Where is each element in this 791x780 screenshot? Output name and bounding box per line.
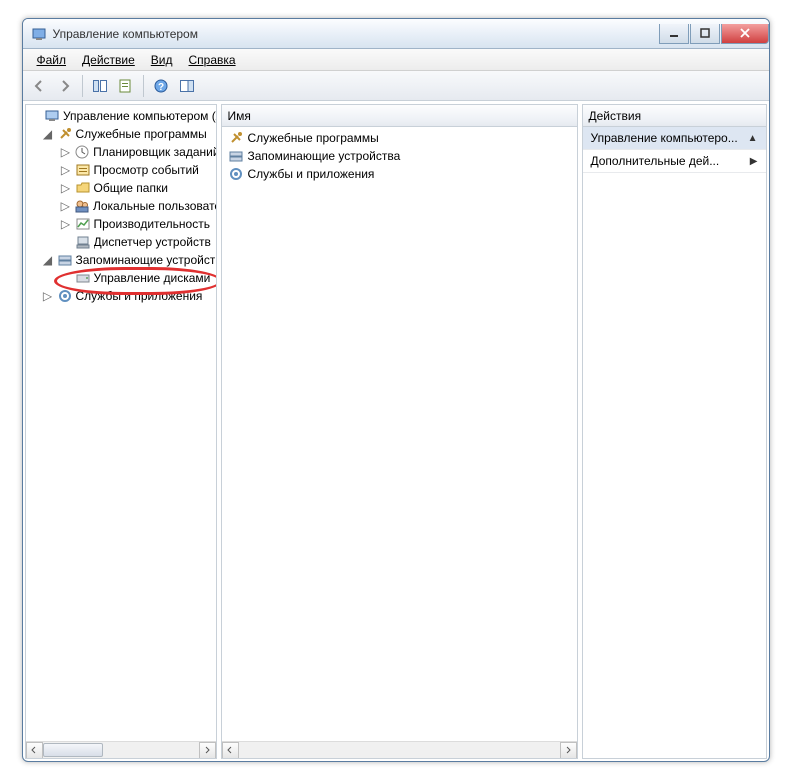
users-icon bbox=[74, 198, 90, 214]
tree-pane: Управление компьютером (л ◢ Служебные пр… bbox=[25, 104, 217, 759]
storage-icon bbox=[228, 148, 244, 164]
tree-task-scheduler[interactable]: ▷ Планировщик заданий bbox=[26, 143, 216, 161]
menu-help[interactable]: Справка bbox=[181, 51, 244, 69]
scroll-thumb[interactable] bbox=[43, 743, 103, 757]
tree[interactable]: Управление компьютером (л ◢ Служебные пр… bbox=[26, 105, 216, 741]
tree-storage[interactable]: ◢ Запоминающие устройст bbox=[26, 251, 216, 269]
tools-icon bbox=[57, 126, 73, 142]
close-button[interactable] bbox=[721, 24, 769, 44]
event-icon bbox=[75, 162, 91, 178]
collapse-up-icon[interactable]: ▲ bbox=[748, 133, 758, 144]
tree-root[interactable]: Управление компьютером (л bbox=[26, 107, 216, 125]
tree-label: Просмотр событий bbox=[94, 163, 199, 177]
action-label: Дополнительные дей... bbox=[591, 154, 720, 168]
clock-icon bbox=[74, 144, 90, 160]
back-button[interactable] bbox=[27, 74, 51, 98]
scroll-right-button[interactable] bbox=[560, 742, 577, 759]
tree-label: Службы и приложения bbox=[76, 289, 203, 303]
expand-icon[interactable]: ▷ bbox=[42, 290, 54, 302]
collapse-icon[interactable]: ◢ bbox=[42, 254, 54, 266]
expand-icon[interactable]: ▷ bbox=[60, 146, 72, 158]
expand-icon[interactable]: ▷ bbox=[60, 200, 71, 212]
maximize-button[interactable] bbox=[690, 24, 720, 44]
app-window: Управление компьютером Файл Действие Вид… bbox=[22, 18, 770, 762]
list-item-utilities[interactable]: Служебные программы bbox=[222, 129, 577, 147]
scroll-track[interactable] bbox=[43, 742, 199, 759]
tree-utilities[interactable]: ◢ Служебные программы bbox=[26, 125, 216, 143]
action-primary[interactable]: Управление компьютеро... ▲ bbox=[583, 127, 766, 150]
menu-view[interactable]: Вид bbox=[143, 51, 181, 69]
list-item-label: Служебные программы bbox=[248, 131, 379, 145]
actions-pane: Действия Управление компьютеро... ▲ Допо… bbox=[582, 104, 767, 759]
computer-icon bbox=[44, 108, 60, 124]
menu-action[interactable]: Действие bbox=[74, 51, 143, 69]
menu-file[interactable]: Файл bbox=[29, 51, 75, 69]
tools-icon bbox=[228, 130, 244, 146]
services-icon bbox=[57, 288, 73, 304]
tree-label: Общие папки bbox=[94, 181, 168, 195]
tree-event-viewer[interactable]: ▷ Просмотр событий bbox=[26, 161, 216, 179]
toolbar: ? bbox=[23, 71, 769, 101]
folder-share-icon bbox=[75, 180, 91, 196]
expand-icon[interactable]: ▷ bbox=[60, 164, 72, 176]
device-icon bbox=[75, 234, 91, 250]
main-pane: Имя Служебные программы Запоминающие уст… bbox=[221, 104, 578, 759]
tree-label: Служебные программы bbox=[76, 127, 207, 141]
services-icon bbox=[228, 166, 244, 182]
forward-button[interactable] bbox=[53, 74, 77, 98]
actions-body: Управление компьютеро... ▲ Дополнительны… bbox=[583, 127, 766, 758]
expand-icon[interactable]: ▷ bbox=[60, 182, 72, 194]
tree-performance[interactable]: ▷ Производительность bbox=[26, 215, 216, 233]
app-icon bbox=[31, 26, 47, 42]
scroll-right-button[interactable] bbox=[199, 742, 216, 759]
main-scrollbar[interactable] bbox=[222, 741, 577, 758]
actions-header: Действия bbox=[583, 105, 766, 127]
collapse-icon[interactable]: ◢ bbox=[42, 128, 54, 140]
storage-icon bbox=[57, 252, 73, 268]
titlebar[interactable]: Управление компьютером bbox=[23, 19, 769, 49]
show-actions-button[interactable] bbox=[175, 74, 199, 98]
window-title: Управление компьютером bbox=[53, 27, 198, 41]
tree-label: Планировщик заданий bbox=[93, 145, 215, 159]
body: Управление компьютером (л ◢ Служебные пр… bbox=[23, 101, 769, 761]
show-hide-tree-button[interactable] bbox=[88, 74, 112, 98]
list-item-label: Запоминающие устройства bbox=[248, 149, 401, 163]
expand-icon[interactable]: ▷ bbox=[60, 218, 72, 230]
help-button[interactable]: ? bbox=[149, 74, 173, 98]
tree-services-apps[interactable]: ▷ Службы и приложения bbox=[26, 287, 216, 305]
minimize-button[interactable] bbox=[659, 24, 689, 44]
svg-text:?: ? bbox=[157, 82, 163, 93]
main-list[interactable]: Служебные программы Запоминающие устройс… bbox=[222, 127, 577, 741]
disk-icon bbox=[75, 270, 91, 286]
tree-device-manager[interactable]: Диспетчер устройств bbox=[26, 233, 216, 251]
scroll-left-button[interactable] bbox=[26, 742, 43, 759]
expand-right-icon[interactable]: ▶ bbox=[750, 156, 758, 167]
column-header-name[interactable]: Имя bbox=[222, 105, 577, 127]
menubar: Файл Действие Вид Справка bbox=[23, 49, 769, 71]
toolbar-separator bbox=[143, 75, 144, 97]
tree-label: Производительность bbox=[94, 217, 210, 231]
performance-icon bbox=[75, 216, 91, 232]
list-item-services[interactable]: Службы и приложения bbox=[222, 165, 577, 183]
action-more[interactable]: Дополнительные дей... ▶ bbox=[583, 150, 766, 173]
tree-local-users[interactable]: ▷ Локальные пользовате bbox=[26, 197, 216, 215]
properties-button[interactable] bbox=[114, 74, 138, 98]
list-item-storage[interactable]: Запоминающие устройства bbox=[222, 147, 577, 165]
tree-label: Диспетчер устройств bbox=[94, 235, 211, 249]
tree-disk-management[interactable]: Управление дисками bbox=[26, 269, 216, 287]
action-label: Управление компьютеро... bbox=[591, 131, 738, 145]
tree-label: Управление дисками bbox=[94, 271, 211, 285]
scroll-left-button[interactable] bbox=[222, 742, 239, 759]
toolbar-separator bbox=[82, 75, 83, 97]
list-item-label: Службы и приложения bbox=[248, 167, 375, 181]
tree-label: Локальные пользовате bbox=[93, 199, 216, 213]
tree-label: Управление компьютером (л bbox=[63, 109, 216, 123]
scroll-track[interactable] bbox=[239, 742, 560, 759]
tree-shared-folders[interactable]: ▷ Общие папки bbox=[26, 179, 216, 197]
tree-label: Запоминающие устройст bbox=[76, 253, 216, 267]
tree-scrollbar[interactable] bbox=[26, 741, 216, 758]
